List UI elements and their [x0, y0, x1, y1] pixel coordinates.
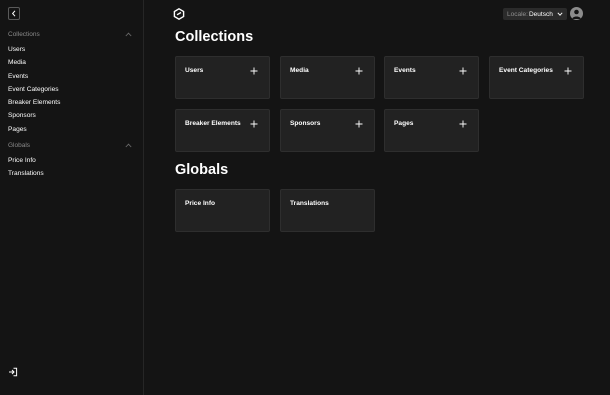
globals-title: Globals [175, 162, 229, 178]
nav-group-title: Globals [8, 141, 31, 149]
collection-card-pages[interactable]: Pages [384, 109, 479, 152]
card-label: Event Categories [499, 67, 553, 74]
card-label: Sponsors [290, 120, 321, 127]
sidebar-item-users[interactable]: Users [8, 43, 132, 56]
plus-icon[interactable] [459, 120, 467, 128]
card-label: Users [185, 67, 204, 74]
nav-group-title: Collections [8, 30, 40, 38]
global-card-price-info[interactable]: Price Info [175, 189, 270, 232]
sidebar-item-pages[interactable]: Pages [8, 123, 132, 136]
sidebar: Collections Users Media Events Event Cat… [0, 0, 144, 395]
card-label: Price Info [185, 200, 216, 207]
collection-card-media[interactable]: Media [280, 56, 375, 99]
avatar[interactable] [570, 7, 583, 20]
sidebar-item-event-categories[interactable]: Event Categories [8, 83, 132, 96]
sidebar-item-translations[interactable]: Translations [8, 167, 132, 180]
plus-icon[interactable] [250, 67, 258, 75]
card-label: Translations [290, 200, 329, 207]
sidebar-item-price-info[interactable]: Price Info [8, 154, 132, 167]
sidebar-item-breaker-elements[interactable]: Breaker Elements [8, 96, 132, 109]
chevron-left-icon [11, 10, 16, 17]
user-icon [572, 9, 581, 19]
sidebar-item-sponsors[interactable]: Sponsors [8, 109, 132, 122]
plus-icon[interactable] [564, 67, 572, 75]
collection-card-breaker-elements[interactable]: Breaker Elements [175, 109, 270, 152]
plus-icon[interactable] [355, 67, 363, 75]
chevron-down-icon [557, 11, 563, 17]
collapse-sidebar-button[interactable] [8, 7, 20, 20]
locale-value: Deutsch [528, 10, 553, 18]
sidebar-item-media[interactable]: Media [8, 56, 132, 69]
locale-label: Locale: [507, 10, 528, 18]
chevron-up-icon[interactable] [124, 31, 132, 37]
locale-selector[interactable]: Locale: Deutsch [503, 8, 567, 20]
collection-card-event-categories[interactable]: Event Categories [489, 56, 584, 99]
nav-group-collections: Collections Users Media Events Event Cat… [8, 29, 132, 136]
card-label: Breaker Elements [185, 120, 241, 127]
nav-group-globals: Globals Price Info Translations [8, 140, 132, 181]
global-card-translations[interactable]: Translations [280, 189, 375, 232]
collection-card-sponsors[interactable]: Sponsors [280, 109, 375, 152]
chevron-up-icon[interactable] [124, 142, 132, 148]
card-label: Events [394, 67, 416, 74]
sidebar-item-events[interactable]: Events [8, 70, 132, 83]
payload-logo-icon[interactable] [173, 8, 185, 20]
card-label: Media [290, 67, 309, 74]
plus-icon[interactable] [355, 120, 363, 128]
plus-icon[interactable] [459, 67, 467, 75]
nav-group-collections-header[interactable]: Collections [8, 29, 132, 39]
card-label: Pages [394, 120, 414, 127]
logout-icon[interactable] [8, 367, 18, 377]
collection-card-events[interactable]: Events [384, 56, 479, 99]
plus-icon[interactable] [250, 120, 258, 128]
nav-group-globals-header[interactable]: Globals [8, 140, 132, 150]
collections-title: Collections [175, 29, 254, 45]
collection-card-users[interactable]: Users [175, 56, 270, 99]
